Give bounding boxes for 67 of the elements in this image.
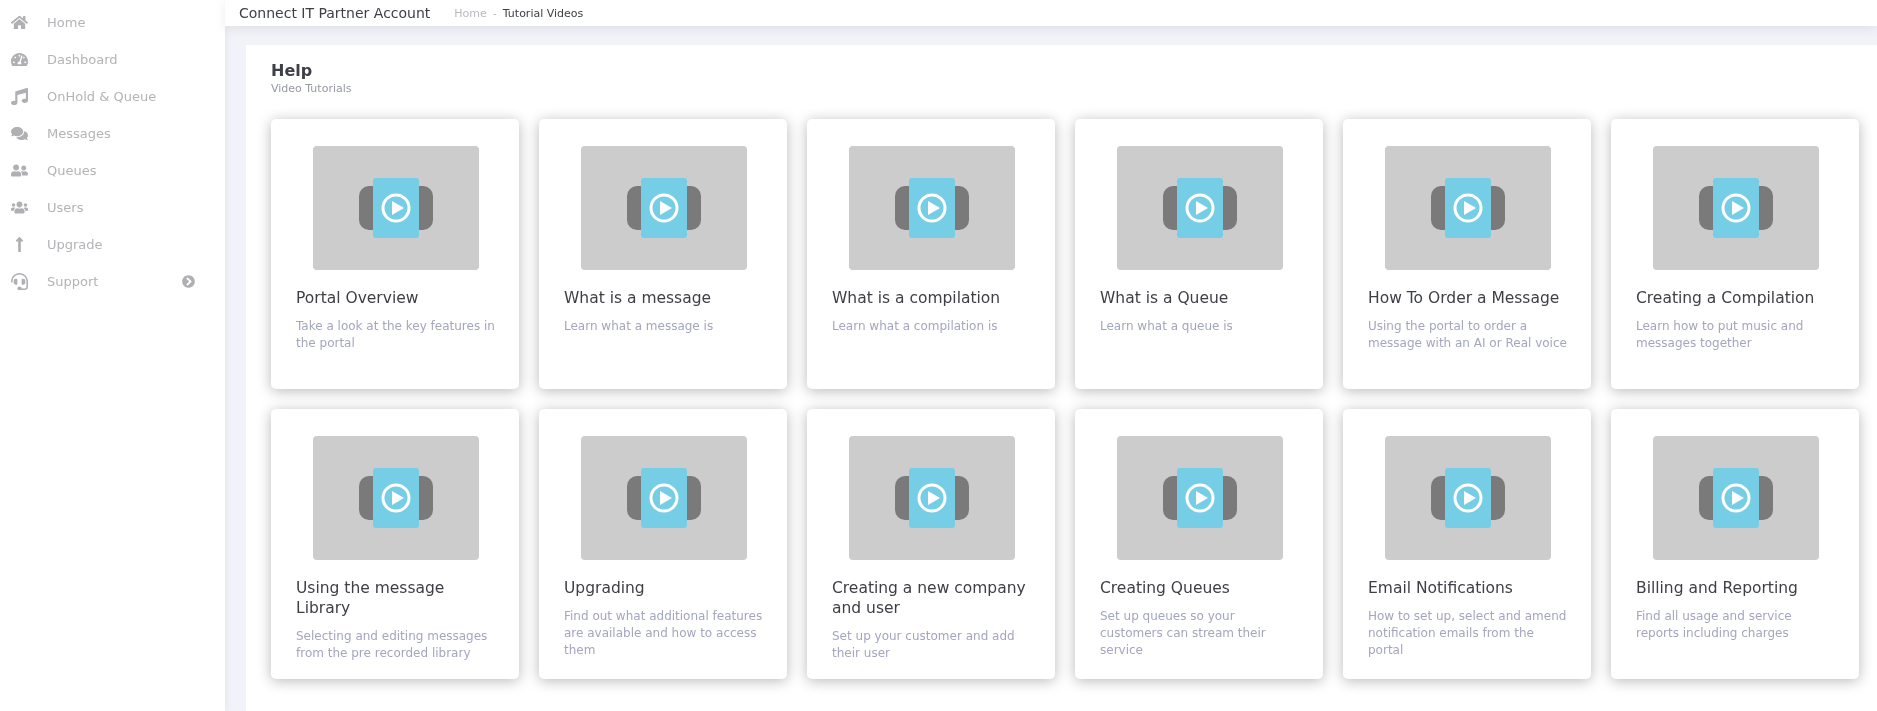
- video-thumbnail[interactable]: [1384, 146, 1551, 270]
- video-description: Learn how to put music and messages together: [1636, 318, 1805, 352]
- video-title: Using the message Library: [296, 578, 446, 619]
- support-icon: [9, 271, 29, 292]
- video-title: What is a Queue: [1100, 288, 1230, 309]
- video-play-icon[interactable]: [624, 466, 703, 530]
- video-description: Find out what additional features are available and how to access them: [564, 608, 763, 659]
- video-card[interactable]: Billing and Reporting Find all usage and service reports including charges: [1611, 409, 1859, 679]
- video-thumbnail[interactable]: [1652, 146, 1819, 270]
- video-thumbnail[interactable]: [1116, 436, 1283, 560]
- video-card[interactable]: Portal Overview Take a look at the key features in the portal: [271, 119, 519, 389]
- video-description: Using the portal to order a message with an AI or Real voice: [1368, 318, 1567, 352]
- video-thumbnail[interactable]: [580, 436, 747, 560]
- panel-title: Help: [271, 61, 314, 80]
- video-description: Learn what a queue is: [1100, 318, 1234, 335]
- video-description: Learn what a message is: [564, 318, 715, 335]
- video-card[interactable]: Creating a new company and user Set up your customer and add their user: [807, 409, 1055, 679]
- video-description: Set up queues so your customers can stream their service: [1100, 608, 1267, 659]
- breadcrumb-link[interactable]: Tutorial Videos: [502, 6, 584, 20]
- video-card[interactable]: What is a Queue Learn what a queue is: [1075, 119, 1323, 389]
- video-description: Find all usage and service reports including charges: [1636, 608, 1793, 642]
- video-title: Upgrading: [564, 578, 646, 599]
- video-description: Selecting and editing messages from the pre recorded library: [296, 628, 489, 662]
- video-play-icon[interactable]: [1160, 176, 1239, 240]
- video-play-icon[interactable]: [624, 176, 703, 240]
- video-play-icon[interactable]: [1428, 176, 1507, 240]
- video-play-icon[interactable]: [892, 466, 971, 530]
- video-card[interactable]: Upgrading Find out what additional features are available and how to access them: [539, 409, 787, 679]
- video-play-icon[interactable]: [1428, 466, 1507, 530]
- video-card[interactable]: How To Order a Message Using the portal to order a message with an AI or Real voice: [1343, 119, 1591, 389]
- video-description: Set up your customer and add their user: [832, 628, 1016, 662]
- video-card[interactable]: What is a compilation Learn what a compilation is: [807, 119, 1055, 389]
- video-card[interactable]: Using the message Library Selecting and editing messages from the pre recorded library: [271, 409, 519, 679]
- panel-subtitle: Video Tutorials: [271, 82, 353, 95]
- video-title: Billing and Reporting: [1636, 578, 1799, 599]
- video-card[interactable]: What is a message Learn what a message is: [539, 119, 787, 389]
- video-thumbnail[interactable]: [312, 436, 479, 560]
- video-card[interactable]: Creating a Compilation Learn how to put music and messages together: [1611, 119, 1859, 389]
- video-thumbnail[interactable]: [1116, 146, 1283, 270]
- video-title: How To Order a Message: [1368, 288, 1561, 309]
- video-description: How to set up, select and amend notification emails from the portal: [1368, 608, 1567, 659]
- music-icon: [9, 86, 29, 107]
- video-title: Portal Overview: [296, 288, 420, 309]
- video-play-icon[interactable]: [1160, 466, 1239, 530]
- video-title: Creating Queues: [1100, 578, 1231, 599]
- video-thumbnail[interactable]: [848, 146, 1015, 270]
- video-card[interactable]: Email Notifications How to set up, select and amend notification emails from the portal: [1343, 409, 1591, 679]
- video-thumbnail[interactable]: [580, 146, 747, 270]
- video-title: Email Notifications: [1368, 578, 1514, 599]
- video-description: Learn what a compilation is: [832, 318, 999, 335]
- video-play-icon[interactable]: [1696, 176, 1775, 240]
- video-play-icon[interactable]: [892, 176, 971, 240]
- breadcrumb-separator: -: [492, 6, 497, 20]
- video-description: Take a look at the key features in the portal: [296, 318, 495, 352]
- video-thumbnail[interactable]: [848, 436, 1015, 560]
- video-title: Creating a new company and user: [832, 578, 1027, 619]
- video-thumbnail[interactable]: [1384, 436, 1551, 560]
- video-card[interactable]: Creating Queues Set up queues so your customers can stream their service: [1075, 409, 1323, 679]
- video-thumbnail[interactable]: [1652, 436, 1819, 560]
- account-title: Connect IT Partner Account: [239, 5, 431, 21]
- video-play-icon[interactable]: [356, 176, 435, 240]
- video-title: What is a message: [564, 288, 713, 309]
- video-title: What is a compilation: [832, 288, 1002, 309]
- video-play-icon[interactable]: [356, 466, 435, 530]
- video-thumbnail[interactable]: [312, 146, 479, 270]
- video-play-icon[interactable]: [1696, 466, 1775, 530]
- video-title: Creating a Compilation: [1636, 288, 1816, 309]
